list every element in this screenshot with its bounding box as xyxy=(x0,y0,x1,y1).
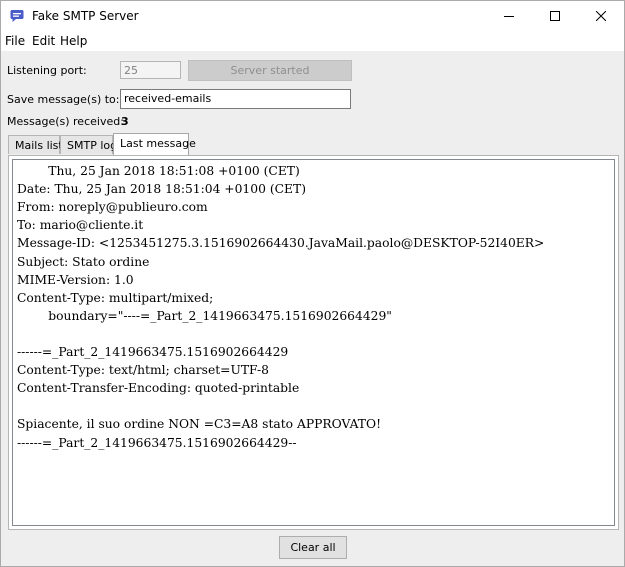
speech-bubble-icon xyxy=(10,10,24,22)
clear-all-button[interactable]: Clear all xyxy=(279,536,347,559)
tab-smtp-log[interactable]: SMTP log xyxy=(60,135,117,154)
main-panel: Listening port: 25 Server started Save m… xyxy=(1,51,624,566)
save-label: Save message(s) to: xyxy=(7,93,120,106)
tab-mails-list[interactable]: Mails list xyxy=(8,135,63,154)
tab-last-message[interactable]: Last message xyxy=(113,133,196,155)
message-line: Content-Type: text/html; charset=UTF-8 xyxy=(17,363,269,378)
app-window: Fake SMTP Server File Edit Help Listenin… xyxy=(0,0,625,567)
menu-file[interactable]: File xyxy=(5,34,25,48)
message-line: Content-Type: multipart/mixed; xyxy=(17,290,214,305)
message-line: Subject: Stato ordine xyxy=(17,254,150,269)
message-line: Message-ID: <1253451275.3.1516902664430.… xyxy=(17,236,545,251)
message-line: MIME-Version: 1.0 xyxy=(17,272,134,287)
port-label: Listening port: xyxy=(7,64,87,77)
message-line: Date: Thu, 25 Jan 2018 18:51:04 +0100 (C… xyxy=(17,182,306,197)
message-line: From: noreply@publieuro.com xyxy=(17,200,208,215)
message-line: To: mario@cliente.it xyxy=(17,218,144,233)
maximize-icon xyxy=(550,11,560,21)
maximize-button[interactable] xyxy=(532,1,578,31)
menu-edit[interactable]: Edit xyxy=(32,34,55,48)
message-line: Spiacente, il suo ordine NON =C3=A8 stat… xyxy=(17,417,382,432)
received-count: 3 xyxy=(121,115,129,128)
last-message-panel: Thu, 25 Jan 2018 18:51:08 +0100 (CET) Dat… xyxy=(8,155,619,530)
port-field[interactable]: 25 xyxy=(120,61,181,79)
close-icon xyxy=(596,11,606,21)
save-directory-field[interactable]: received-emails xyxy=(120,89,351,109)
menu-bar: File Edit Help xyxy=(1,31,624,51)
minimize-button[interactable] xyxy=(486,1,532,31)
title-bar[interactable]: Fake SMTP Server xyxy=(1,1,624,31)
close-button[interactable] xyxy=(578,1,624,31)
message-line: Thu, 25 Jan 2018 18:51:08 +0100 (CET) xyxy=(17,164,300,178)
message-line: boundary="----=_Part_2_1419663475.151690… xyxy=(17,308,392,323)
message-text-area[interactable]: Thu, 25 Jan 2018 18:51:08 +0100 (CET) Dat… xyxy=(12,159,615,526)
message-line: ------=_Part_2_1419663475.1516902664429-… xyxy=(17,435,297,450)
minimize-icon xyxy=(504,16,514,17)
window-title: Fake SMTP Server xyxy=(32,9,139,23)
message-line: ------=_Part_2_1419663475.1516902664429 xyxy=(17,345,289,359)
start-server-button[interactable]: Server started xyxy=(188,60,352,81)
message-line: Content-Transfer-Encoding: quoted-printa… xyxy=(17,381,300,396)
received-label: Message(s) received: xyxy=(7,115,124,128)
menu-help[interactable]: Help xyxy=(60,34,87,48)
